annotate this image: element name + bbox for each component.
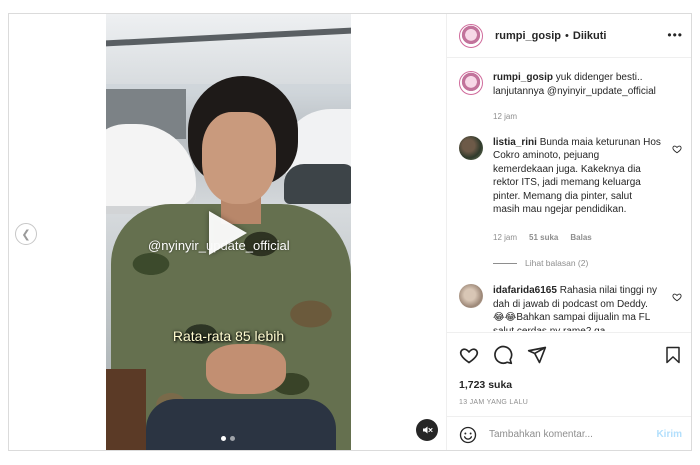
view-replies-button[interactable]: Lihat balasan (2) <box>493 258 682 268</box>
comment-text: Bunda maia keturunan Hos Cokro aminoto, … <box>493 136 661 216</box>
person-face <box>202 112 276 204</box>
reply-button[interactable]: Balas <box>570 231 591 245</box>
carousel-dot <box>229 436 235 441</box>
heart-icon[interactable] <box>459 345 479 365</box>
caption-time[interactable]: 12 jam <box>493 110 517 124</box>
add-comment-bar: Kirim <box>447 416 691 450</box>
chevron-left-icon: ❮ <box>21 228 31 241</box>
heart-icon[interactable] <box>672 292 682 302</box>
comment-likes[interactable]: 51 suka <box>529 231 558 245</box>
instagram-post: @nyinyir_update_official Rata-rata 85 le… <box>8 13 692 451</box>
carousel-dot <box>220 436 226 441</box>
post-header: rumpi_gosip • Diikuti ••• <box>447 14 691 58</box>
avatar[interactable] <box>459 135 483 160</box>
mute-button[interactable] <box>416 419 438 441</box>
carousel-dots <box>9 436 446 441</box>
avatar[interactable] <box>459 71 483 95</box>
likes-count[interactable]: 1,723 suka <box>459 379 682 391</box>
heart-icon[interactable] <box>672 144 682 154</box>
post-timestamp[interactable]: 13 JAM YANG LALU <box>459 399 682 406</box>
view-replies-label: Lihat balasan (2) <box>525 258 589 268</box>
post-sidebar: rumpi_gosip • Diikuti ••• rumpi_gosip yu… <box>446 14 691 450</box>
share-icon[interactable] <box>527 345 547 365</box>
emoji-icon[interactable] <box>459 426 477 444</box>
comment-username[interactable]: idafarida6165 <box>493 285 557 296</box>
post-caption: rumpi_gosip yuk didenger besti.. lanjuta… <box>459 71 682 124</box>
author-username[interactable]: rumpi_gosip <box>495 30 561 42</box>
post-comment-button[interactable]: Kirim <box>656 429 682 440</box>
caption-username[interactable]: rumpi_gosip <box>493 72 553 83</box>
comment-input[interactable] <box>489 429 657 440</box>
comment-icon[interactable] <box>493 345 513 365</box>
avatar[interactable] <box>459 23 483 48</box>
comment-meta: 12 jam 51 suka Balas <box>493 231 661 245</box>
following-button[interactable]: Diikuti <box>573 30 607 42</box>
comments-list: rumpi_gosip yuk didenger besti.. lanjuta… <box>447 59 691 331</box>
carousel-prev-button[interactable]: ❮ <box>15 223 37 245</box>
comment-username[interactable]: listia_rini <box>493 137 537 148</box>
bookmark-icon[interactable] <box>664 345 682 365</box>
speaker-muted-icon <box>423 426 433 434</box>
video-watermark: @nyinyir_update_official <box>148 238 290 253</box>
separator-dot: • <box>565 29 569 42</box>
more-horizontal-icon[interactable]: ••• <box>667 28 683 42</box>
comment-item: listia_rini Bunda maia keturunan Hos Cok… <box>459 135 682 245</box>
avatar[interactable] <box>459 284 483 308</box>
video-caption-overlay: Rata-rata 85 lebih <box>172 328 285 344</box>
comment-item: idafarida6165 Rahasia nilai tinggi ny da… <box>459 284 682 331</box>
play-icon[interactable] <box>209 211 247 255</box>
post-actions: 1,723 suka 13 JAM YANG LALU <box>447 332 691 407</box>
comment-time[interactable]: 12 jam <box>493 231 517 245</box>
post-media: @nyinyir_update_official Rata-rata 85 le… <box>9 14 446 450</box>
